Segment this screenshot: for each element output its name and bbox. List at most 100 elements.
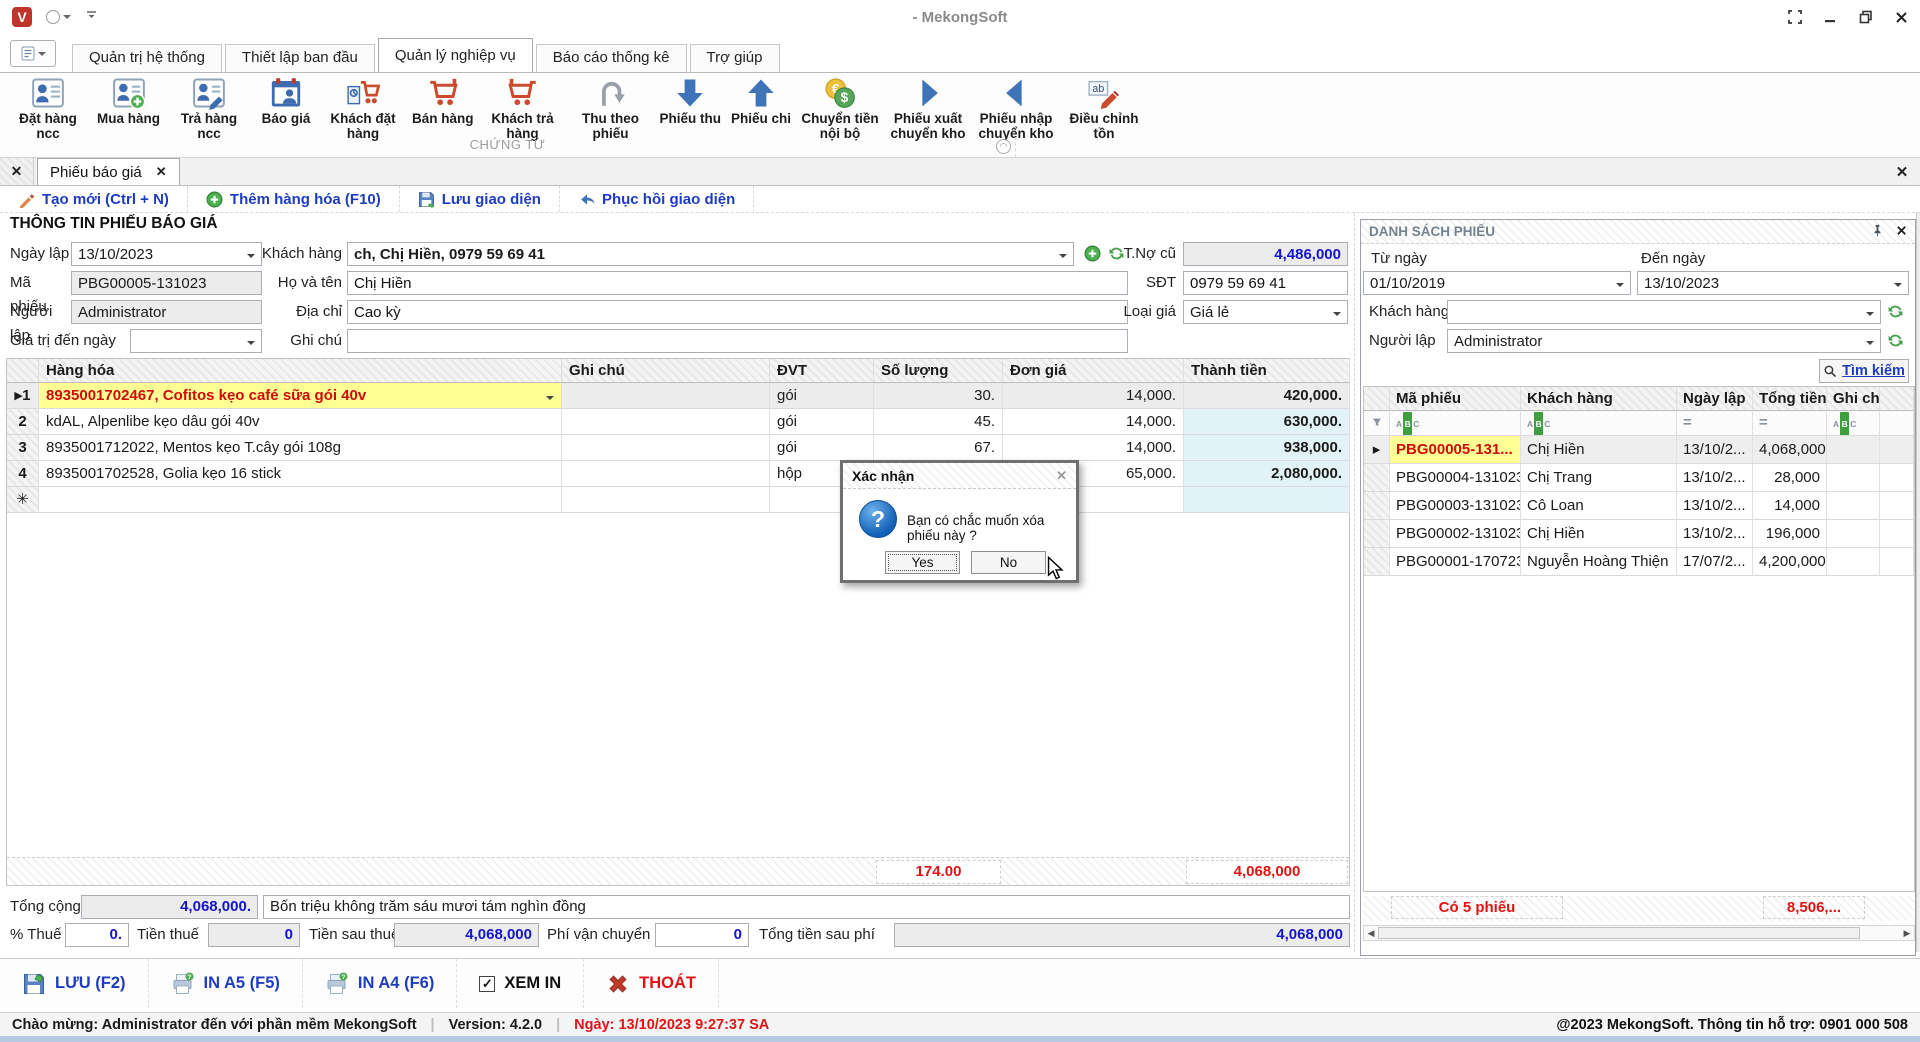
total-cell[interactable]: 28,000 [1753, 464, 1827, 492]
table-row[interactable]: ▸1 8935001702467, Cofitos kẹo café sữa g… [7, 383, 1349, 409]
amount-cell[interactable]: 2,080,000. [1184, 461, 1350, 487]
close-tab-bar-button[interactable]: ✕ [1888, 158, 1916, 186]
date-cell[interactable]: 13/10/2... [1677, 492, 1753, 520]
ho-va-ten-field[interactable] [347, 271, 1128, 295]
product-cell[interactable]: 8935001702467, Cofitos kẹo café sữa gói … [39, 383, 562, 409]
ngay-lap-field[interactable]: 13/10/2023 [71, 242, 262, 266]
preview-checkbox[interactable]: ✓ XEM IN [457, 959, 584, 1008]
document-tab-phieu-bao-gia[interactable]: Phiếu báo giá ✕ [37, 158, 180, 185]
filter-note-cell[interactable]: ABC [1827, 411, 1880, 436]
menu-tab-thiet-lap-ban-dau[interactable]: Thiết lập ban đầu [225, 44, 375, 72]
customer-cell[interactable]: Chị Trang [1521, 464, 1677, 492]
save-layout-button[interactable]: Lưu giao diện [400, 186, 560, 212]
dropdown-arrow-icon[interactable] [1866, 341, 1874, 349]
column-header-customer[interactable]: Khách hàng [1521, 387, 1677, 411]
dropdown-arrow-icon[interactable] [1333, 312, 1341, 320]
qty-cell[interactable]: 30. [874, 383, 1003, 409]
ribbon-item-dieu-chinh-ton[interactable]: ab Điều chỉnh tồn [1060, 76, 1148, 141]
filter-customer-cell[interactable]: ABC [1521, 411, 1677, 436]
note-cell[interactable] [1827, 492, 1880, 520]
minimize-button[interactable] [1824, 11, 1837, 24]
ribbon-item-bao-gia[interactable]: Báo giá [253, 76, 319, 126]
note-cell[interactable] [562, 435, 770, 461]
sdt-field[interactable] [1183, 271, 1348, 295]
table-row[interactable]: 4 8935001702528, Golia kẹo 16 stick hộp … [7, 461, 1349, 487]
code-cell[interactable]: PBG00003-131023 [1390, 492, 1521, 520]
amount-cell[interactable]: 938,000. [1184, 435, 1350, 461]
column-header-date[interactable]: Ngày lập [1677, 387, 1753, 411]
loai-gia-field[interactable]: Giá lẻ [1183, 300, 1348, 324]
list-item[interactable]: ▸ PBG00005-131... Chị Hiền 13/10/2... 4,… [1364, 436, 1914, 464]
date-cell[interactable]: 13/10/2... [1677, 464, 1753, 492]
panel-splitter[interactable] [1354, 213, 1355, 952]
row-selector[interactable]: ▸1 [7, 383, 39, 409]
dropdown-arrow-icon[interactable] [1616, 283, 1624, 291]
ghi-chu-field[interactable] [347, 329, 1128, 353]
table-row[interactable]: 2 kdAL, Alpenlibe kẹo dâu gói 40v gói 45… [7, 409, 1349, 435]
ribbon-item-dat-hang-ncc[interactable]: Đặt hàng ncc [4, 76, 92, 141]
row-selector[interactable]: 2 [7, 409, 39, 435]
close-panel-button[interactable] [1896, 224, 1907, 239]
list-item[interactable]: PBG00002-131023 Chị Hiền 13/10/2... 196,… [1364, 520, 1914, 548]
price-cell[interactable]: 14,000. [1003, 435, 1184, 461]
code-cell[interactable]: PBG00005-131... [1390, 436, 1521, 464]
ribbon-item-mua-hang[interactable]: Mua hàng [92, 76, 165, 126]
row-selector[interactable] [1364, 548, 1390, 576]
new-row[interactable]: ✳ [7, 487, 1349, 513]
app-menu-button[interactable] [10, 40, 56, 67]
dialog-close-icon[interactable]: ✕ [1056, 468, 1067, 484]
column-header-code[interactable]: Mã phiếu [1390, 387, 1521, 411]
dia-chi-input[interactable] [354, 304, 1121, 321]
scroll-right-icon[interactable]: ▶ [1900, 928, 1914, 939]
total-cell[interactable]: 196,000 [1753, 520, 1827, 548]
list-item[interactable]: PBG00001-170723 Nguyễn Hoàng Thiện 17/07… [1364, 548, 1914, 576]
note-cell[interactable] [1827, 548, 1880, 576]
exit-button[interactable]: THOÁT [584, 959, 719, 1008]
quick-access-circle-button[interactable] [46, 10, 71, 24]
row-selector[interactable]: ▸ [1364, 436, 1390, 464]
ribbon-item-phieu-chi[interactable]: Phiếu chi [726, 76, 796, 126]
ribbon-item-phieu-nhap-chuyen-kho[interactable]: Phiếu nhập chuyển kho [972, 76, 1060, 141]
customer-cell[interactable]: Nguyễn Hoàng Thiện [1521, 548, 1677, 576]
unit-cell[interactable]: gói [770, 435, 874, 461]
filter-total-cell[interactable]: = [1753, 411, 1827, 436]
checkbox-checked-icon[interactable]: ✓ [479, 976, 495, 992]
code-cell[interactable]: PBG00004-131023 [1390, 464, 1521, 492]
add-product-button[interactable]: Thêm hàng hóa (F10) [188, 186, 400, 212]
dropdown-arrow-icon[interactable] [1894, 283, 1902, 291]
total-cell[interactable]: 4,200,000 [1753, 548, 1827, 576]
ho-va-ten-input[interactable] [354, 275, 1121, 292]
print-a5-button[interactable]: ? IN A5 (F5) [149, 959, 303, 1008]
menu-tab-bao-cao-thong-ke[interactable]: Báo cáo thống kê [536, 44, 687, 72]
thue-value[interactable]: 0. [65, 923, 129, 947]
ribbon-item-ban-hang[interactable]: Bán hàng [407, 76, 479, 126]
qty-cell[interactable]: 67. [874, 435, 1003, 461]
column-header-price[interactable]: Đơn giá [1003, 359, 1184, 383]
note-cell[interactable] [1827, 464, 1880, 492]
no-button[interactable]: No [971, 551, 1046, 574]
note-cell[interactable] [562, 487, 770, 513]
close-window-button[interactable] [1895, 11, 1908, 24]
dropdown-arrow-icon[interactable] [1059, 254, 1067, 262]
close-all-tabs-button[interactable]: ✕ [0, 157, 34, 185]
list-item[interactable]: PBG00004-131023 Chị Trang 13/10/2... 28,… [1364, 464, 1914, 492]
phi-van-chuyen-value[interactable]: 0 [655, 923, 749, 947]
column-header-amount[interactable]: Thành tiền [1184, 359, 1350, 383]
row-selector[interactable]: 3 [7, 435, 39, 461]
sdt-input[interactable] [1190, 275, 1341, 292]
restore-button[interactable] [1859, 10, 1873, 24]
code-cell[interactable]: PBG00002-131023 [1390, 520, 1521, 548]
price-cell[interactable]: 14,000. [1003, 409, 1184, 435]
dia-chi-field[interactable] [347, 300, 1128, 324]
pin-panel-button[interactable] [1871, 224, 1884, 240]
menu-tab-tro-giup[interactable]: Trợ giúp [690, 44, 780, 72]
row-selector[interactable] [1364, 492, 1390, 520]
row-selector[interactable] [1364, 464, 1390, 492]
scroll-left-icon[interactable]: ◀ [1364, 928, 1378, 939]
date-cell[interactable]: 13/10/2... [1677, 436, 1753, 464]
row-selector[interactable]: 4 [7, 461, 39, 487]
den-ngay-field[interactable]: 13/10/2023 [1637, 271, 1909, 295]
dropdown-arrow-icon[interactable] [1866, 312, 1874, 320]
qty-cell[interactable]: 45. [874, 409, 1003, 435]
price-cell[interactable]: 14,000. [1003, 383, 1184, 409]
